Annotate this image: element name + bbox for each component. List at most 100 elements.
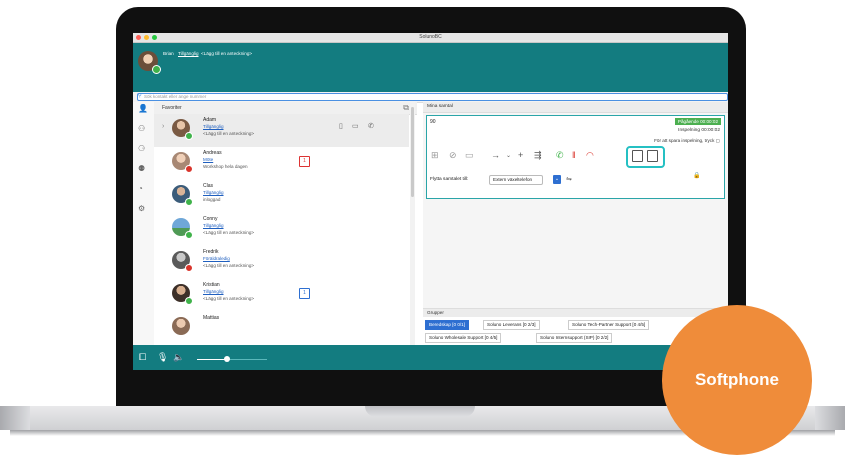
- video-icon[interactable]: ▭: [465, 150, 474, 161]
- presence-dot: [185, 198, 193, 206]
- hangup-icon[interactable]: ◠: [586, 150, 594, 161]
- presence-dot: [185, 264, 193, 272]
- contact-name: Adam: [203, 117, 217, 123]
- chevron-right-icon[interactable]: ›: [162, 123, 164, 130]
- presence-dot: [185, 165, 193, 173]
- chevron-down-icon[interactable]: ⌄: [506, 152, 511, 159]
- contact-name: Kristian: [203, 282, 220, 288]
- recording-timer: Inspelning 00:00:02: [678, 128, 720, 133]
- microphone-icon[interactable]: 🎙: [157, 352, 168, 363]
- favorites-panel: Favoriter ⧉ › Adam Tillgänglig <Lägg til…: [154, 102, 417, 345]
- call-status-badge: Pågående 00:00:02: [674, 118, 721, 125]
- presence-dot: [185, 297, 193, 305]
- user-name: Brian: [163, 51, 174, 56]
- favorites-title: Favoriter: [162, 105, 182, 111]
- contact-status[interactable]: Tillgänglig: [203, 289, 224, 294]
- list-item[interactable]: Conny Tillgänglig <Lägg till en anteckni…: [154, 213, 409, 246]
- hold-icon[interactable]: ‖: [572, 150, 576, 160]
- list-item[interactable]: Fredrik Föräldraledig <Lägg till en ante…: [154, 246, 409, 279]
- contact-note: <Lägg till en anteckning>: [203, 263, 255, 268]
- list-item[interactable]: Andreas Möte Workshop hela dagen 1: [154, 147, 409, 180]
- contact-name: Clas: [203, 183, 214, 189]
- contact-status[interactable]: Tillgänglig: [203, 223, 224, 228]
- phone-icon[interactable]: ✆: [368, 122, 374, 130]
- contacts-icon[interactable]: ⚇: [138, 124, 145, 133]
- contact-note: inloggad: [203, 197, 221, 202]
- contact-note: <Lägg till en anteckning>: [203, 131, 255, 136]
- group-button[interactable]: Soluno Tech-Partner Support [0 4/5]: [568, 320, 650, 330]
- move-call-label: Flytta samtalet till:: [430, 177, 469, 182]
- contact-note: <Lägg till en anteckning>: [203, 230, 255, 235]
- group-icon[interactable]: ⚉: [138, 164, 145, 173]
- chevron-down-icon[interactable]: ⌄: [553, 175, 561, 184]
- contact-note: Workshop hela dagen: [203, 164, 248, 169]
- presence-dot: [152, 65, 161, 74]
- chat-icon[interactable]: ▭: [352, 122, 359, 130]
- app-window: SolunoBC Brian Tillgänglig <Lägg till en…: [133, 33, 728, 370]
- calls-title: Mina samtal: [423, 102, 728, 113]
- group-button[interactable]: Soluno Leverans [0 2/3]: [483, 320, 540, 330]
- group-button[interactable]: Soluno Internsupport (SIP) [0 2/2]: [536, 333, 613, 343]
- volume-knob[interactable]: [224, 356, 230, 362]
- contact-name: Conny: [203, 216, 218, 222]
- laptop-notch: [365, 406, 475, 417]
- contact-name: Mattias: [203, 315, 220, 321]
- window-title: SolunoBC: [419, 34, 442, 40]
- titlebar: SolunoBC: [133, 33, 728, 43]
- contact-name: Andreas: [203, 150, 222, 156]
- presence-dot: [185, 231, 193, 239]
- stop-recording-icon[interactable]: [647, 150, 658, 162]
- search-input[interactable]: Sök kontakt eller ange nummer: [137, 93, 728, 101]
- list-item[interactable]: Mattias: [154, 312, 409, 345]
- list-item[interactable]: › Adam Tillgänglig <Lägg till en anteckn…: [154, 114, 409, 147]
- move-call-icon[interactable]: ⇋: [566, 175, 572, 183]
- answer-icon[interactable]: ✆: [556, 150, 564, 161]
- contact-status[interactable]: Föräldraledig: [203, 256, 230, 261]
- calendar-icon[interactable]: 1: [299, 288, 310, 299]
- active-call: 90 Pågående 00:00:02 Inspelning 00:00:02…: [426, 115, 725, 199]
- save-recording-icon[interactable]: [632, 150, 643, 162]
- presence-dot: [185, 132, 193, 140]
- contact-note: <Lägg till en anteckning>: [203, 296, 255, 301]
- mute-icon[interactable]: ⊘: [449, 150, 457, 161]
- footer-bar: ⧠ 🎙 🔈: [133, 345, 728, 370]
- calendar-icon[interactable]: 1: [299, 156, 310, 167]
- save-small-icon[interactable]: ▢: [716, 138, 720, 143]
- group-button[interactable]: Soluno Wholesale Support [0 4/5]: [425, 333, 502, 343]
- list-item[interactable]: Kristian Tillgänglig <Lägg till en antec…: [154, 279, 409, 312]
- phone-square-icon[interactable]: ⧠: [139, 352, 146, 363]
- settings-icon[interactable]: ⚙: [138, 204, 145, 213]
- group-button[interactable]: Beredskap [0 0/1]: [425, 320, 470, 330]
- transfer-icon[interactable]: →: [491, 150, 500, 160]
- avatar: [172, 317, 190, 335]
- left-rail: 👤 ⚇ ⚆ ⚉ ◔ ⚙: [133, 102, 155, 345]
- favorites-icon[interactable]: 👤: [138, 104, 148, 113]
- list-item[interactable]: Clas Tillgänglig inloggad: [154, 180, 409, 213]
- search-icon: ⚲: [138, 93, 142, 99]
- mobile-icon[interactable]: ▯: [339, 122, 343, 130]
- app-header: Brian Tillgänglig <Lägg till en anteckni…: [133, 43, 728, 92]
- stats-icon[interactable]: ◔: [138, 184, 143, 193]
- user-note[interactable]: <Lägg till en anteckning>: [201, 51, 252, 56]
- groups-title: Grupper: [423, 309, 728, 317]
- contact-status[interactable]: Tillgänglig: [203, 190, 224, 195]
- contacts-scrollbar[interactable]: [410, 102, 415, 345]
- call-number: 90: [430, 119, 436, 125]
- add-call-icon[interactable]: +: [518, 150, 523, 160]
- move-call-select[interactable]: Extern växeltelefon: [489, 175, 544, 185]
- call-toolbar: ⊞ ⊘ ▭ → ⌄ + ⇶ ✆ ‖ ◠: [431, 150, 631, 164]
- speaker-icon[interactable]: 🔈: [173, 352, 184, 363]
- lock-icon: 🔒: [693, 173, 701, 179]
- copy-icon[interactable]: ⧉: [403, 103, 409, 113]
- calls-panel: Mina samtal 90 Pågående 00:00:02 Inspeln…: [423, 102, 728, 346]
- keypad-icon[interactable]: ⊞: [431, 150, 439, 161]
- recording-hint: För att spara inspelning, tryck ▢: [654, 138, 720, 143]
- recording-controls: [626, 146, 665, 168]
- contact-status[interactable]: Möte: [203, 157, 213, 162]
- contact-status[interactable]: Tillgänglig: [203, 124, 224, 129]
- softphone-label: Softphone: [694, 370, 780, 389]
- conference-icon[interactable]: ⇶: [534, 150, 542, 161]
- contact-name: Fredrik: [203, 249, 219, 255]
- queue-icon[interactable]: ⚆: [138, 144, 145, 153]
- user-status-link[interactable]: Tillgänglig: [178, 51, 199, 56]
